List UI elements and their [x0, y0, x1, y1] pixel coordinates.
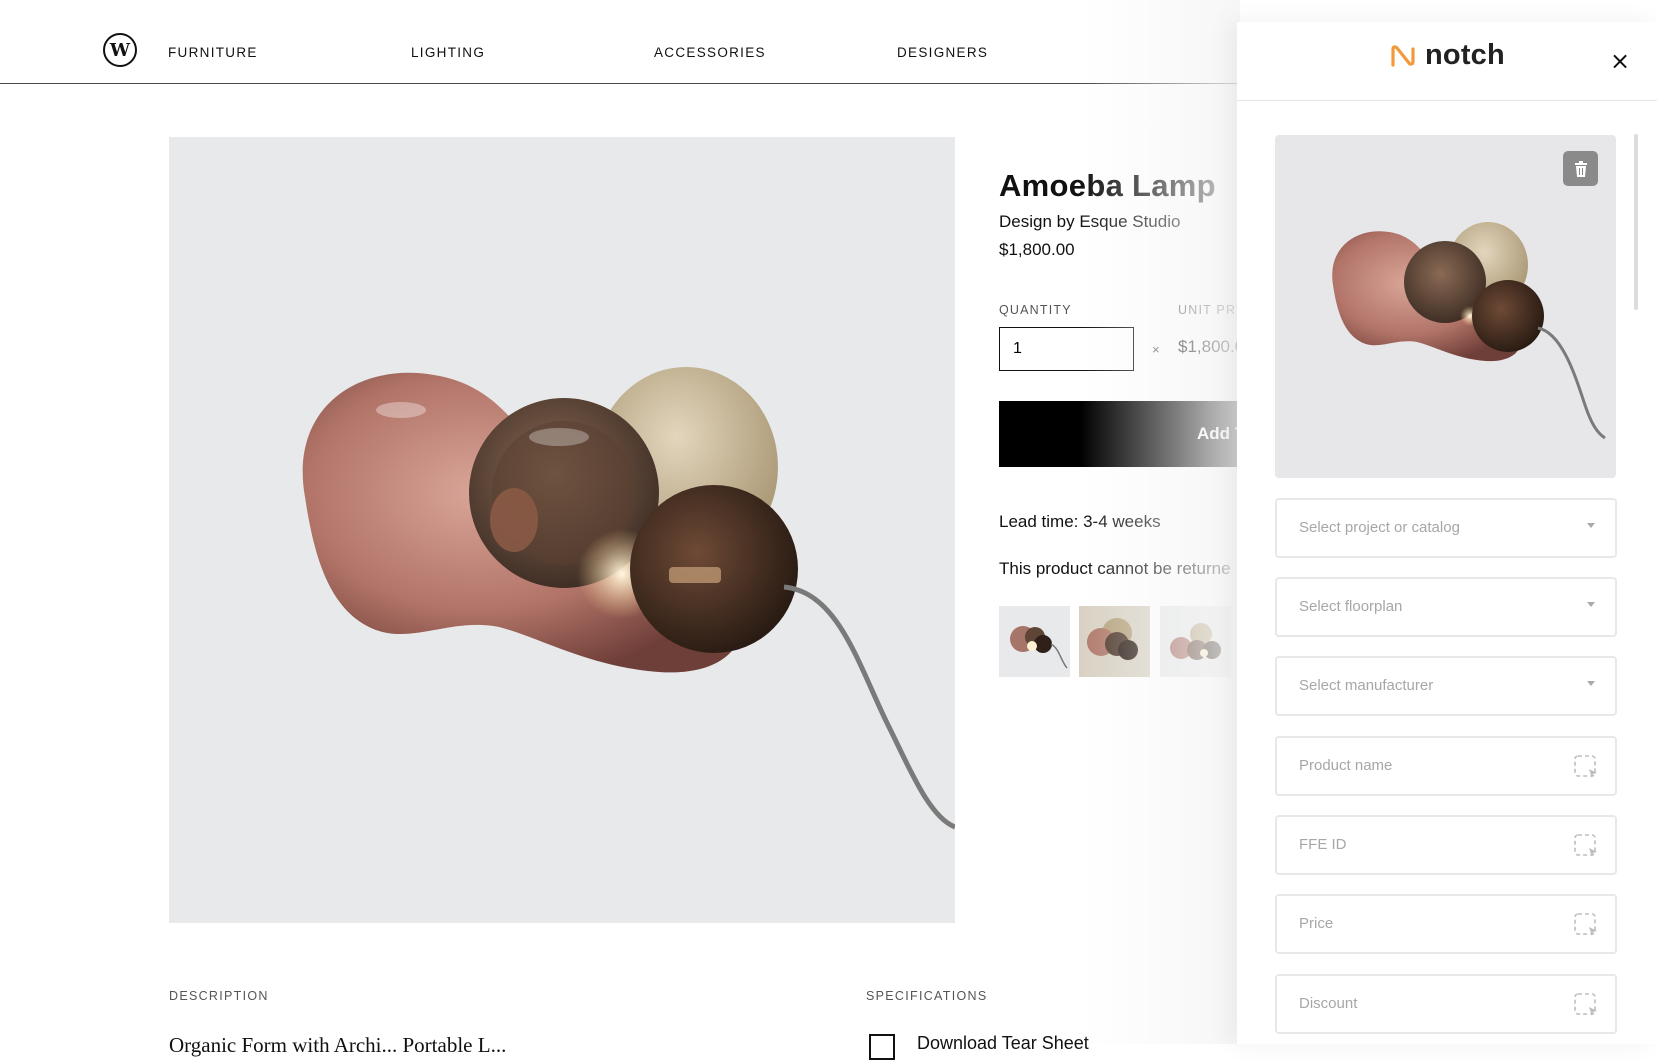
- element-picker-icon[interactable]: [1573, 912, 1599, 938]
- notch-brand-name: notch: [1425, 39, 1505, 71]
- product-name-field[interactable]: Product name: [1275, 736, 1617, 796]
- brand-logo-letter: W: [109, 39, 131, 61]
- nav-link-lighting[interactable]: LIGHTING: [411, 45, 485, 60]
- brand-logo[interactable]: W: [103, 33, 137, 67]
- select-manufacturer-placeholder: Select manufacturer: [1299, 677, 1434, 694]
- captured-product-image: [1275, 135, 1616, 478]
- returns-note: This product cannot be returne: [999, 559, 1231, 578]
- notch-logo: notch: [1390, 39, 1505, 72]
- lamp-illustration: [302, 367, 955, 830]
- chevron-down-icon: [1587, 681, 1595, 686]
- select-project-or-catalog[interactable]: Select project or catalog: [1275, 498, 1617, 558]
- spec-icon[interactable]: [869, 1034, 895, 1060]
- price-placeholder: Price: [1299, 915, 1334, 932]
- thumbnail-1[interactable]: [999, 606, 1070, 677]
- nav-link-accessories[interactable]: ACCESSORIES: [654, 45, 766, 60]
- product-designer[interactable]: Design by Esque Studio: [999, 212, 1180, 232]
- close-icon[interactable]: ×: [1610, 47, 1630, 75]
- select-floorplan-placeholder: Select floorplan: [1299, 598, 1403, 615]
- chevron-down-icon: [1587, 523, 1595, 528]
- notch-mark-icon: [1391, 44, 1415, 67]
- chevron-down-icon: [1587, 602, 1595, 607]
- nav-link-furniture[interactable]: FURNITURE: [168, 45, 258, 60]
- thumbnail-1-image: [1010, 626, 1068, 669]
- thumbnail-3-image: [1170, 623, 1221, 660]
- product-main-image[interactable]: [169, 137, 955, 923]
- quantity-input[interactable]: [999, 327, 1134, 371]
- discount-placeholder: Discount: [1299, 995, 1358, 1012]
- multiply-sign: ×: [1152, 342, 1160, 357]
- discount-field[interactable]: Discount: [1275, 974, 1617, 1034]
- product-title: Amoeba Lamp: [999, 168, 1216, 203]
- unit-price-label: UNIT PRI: [1178, 303, 1241, 317]
- unit-price-value: $1,800.0: [1178, 337, 1245, 356]
- nav-link-designers[interactable]: DESIGNERS: [897, 45, 988, 60]
- description-preview: Organic Form with Archi... Portable L...: [169, 1033, 507, 1057]
- select-project-placeholder: Select project or catalog: [1299, 519, 1460, 536]
- delete-image-button[interactable]: [1563, 151, 1598, 186]
- element-picker-icon[interactable]: [1573, 833, 1599, 859]
- panel-scrollbar[interactable]: [1634, 134, 1638, 310]
- ffe-id-placeholder: FFE ID: [1299, 836, 1347, 853]
- captured-lamp-illustration: [1332, 222, 1606, 440]
- thumbnail-2[interactable]: [1079, 606, 1150, 677]
- notch-panel-header: notch ×: [1237, 22, 1657, 101]
- element-picker-icon[interactable]: [1573, 992, 1599, 1018]
- specifications-heading: SPECIFICATIONS: [866, 989, 988, 1003]
- thumbnail-2-image: [1087, 618, 1138, 660]
- lead-time: Lead time: 3-4 weeks: [999, 512, 1161, 531]
- top-navigation: W FURNITURE LIGHTING ACCESSORIES DESIGNE…: [0, 0, 1240, 84]
- select-floorplan[interactable]: Select floorplan: [1275, 577, 1617, 637]
- notch-panel: notch × Select project or catalog Select…: [1237, 22, 1657, 1044]
- product-name-placeholder: Product name: [1299, 757, 1393, 774]
- element-picker-icon[interactable]: [1573, 754, 1599, 780]
- quantity-label: QUANTITY: [999, 303, 1072, 317]
- thumbnail-3[interactable]: [1160, 606, 1231, 677]
- description-heading: DESCRIPTION: [169, 989, 269, 1003]
- select-manufacturer[interactable]: Select manufacturer: [1275, 656, 1617, 716]
- trash-icon: [1574, 160, 1587, 177]
- price-field[interactable]: Price: [1275, 894, 1617, 954]
- product-price: $1,800.00: [999, 240, 1075, 259]
- ffe-id-field[interactable]: FFE ID: [1275, 815, 1617, 875]
